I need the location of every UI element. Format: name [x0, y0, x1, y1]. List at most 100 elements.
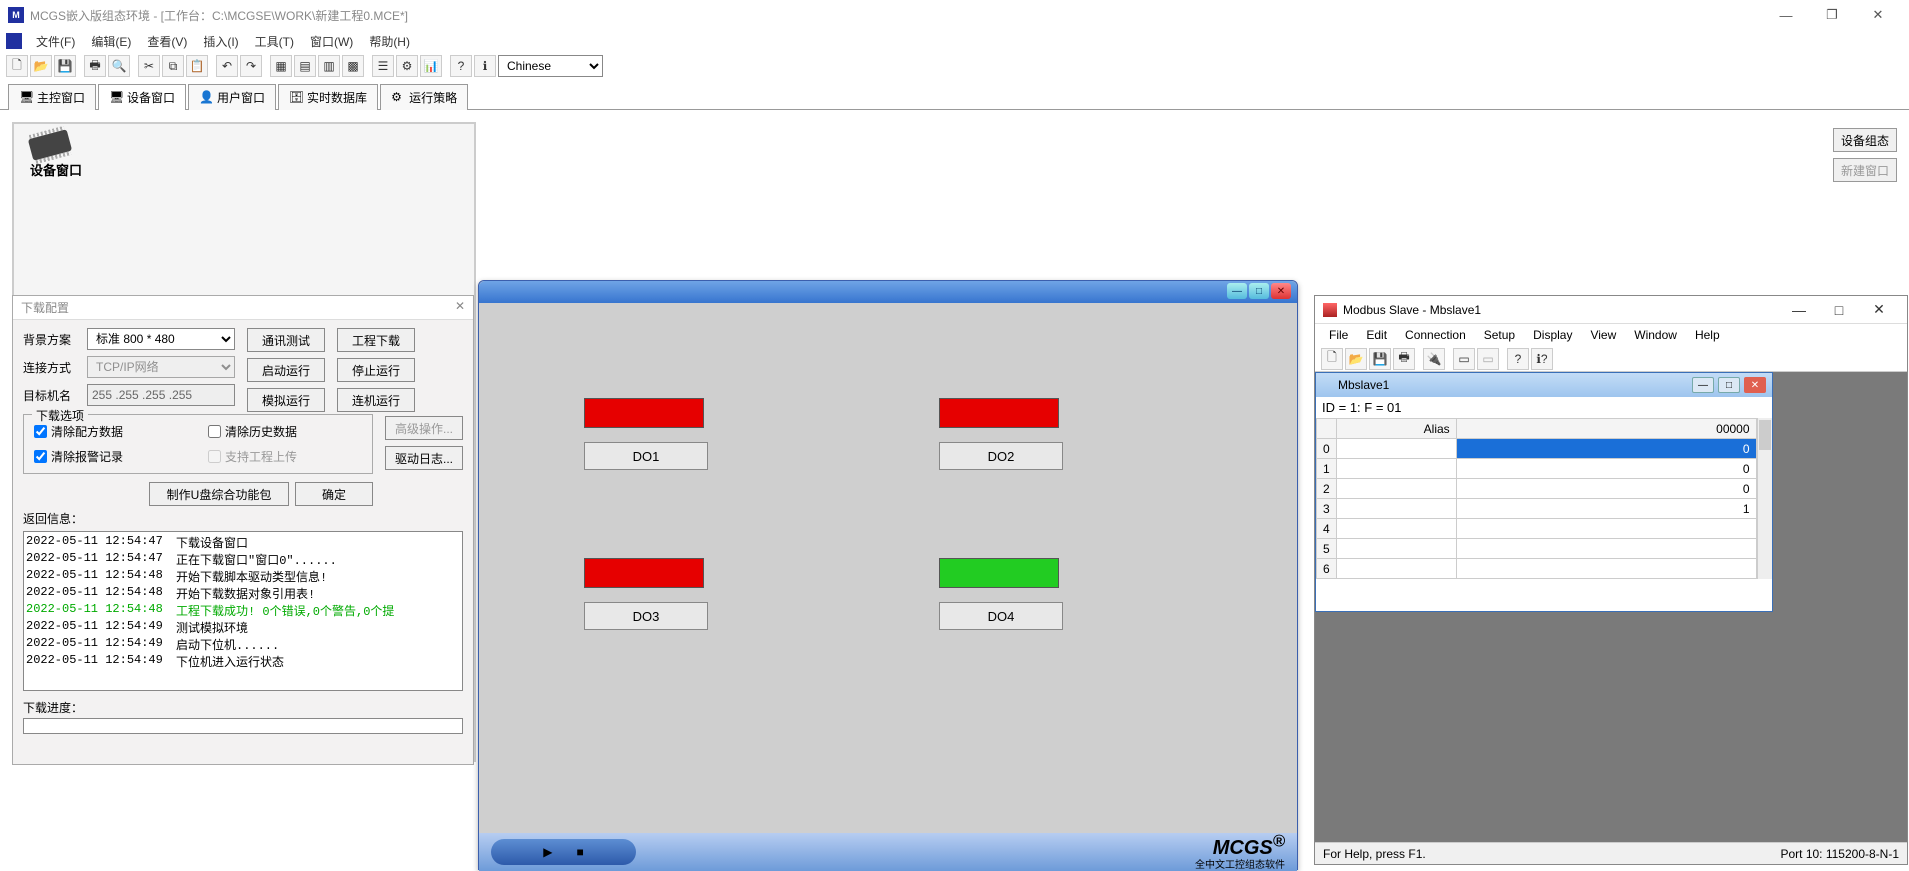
menu-item[interactable]: 窗口(W) [302, 33, 361, 51]
device-config-button[interactable]: 设备组态 [1833, 128, 1897, 152]
modbus-maximize-button[interactable]: □ [1819, 302, 1859, 318]
mb-row[interactable]: 0 0 [1317, 439, 1757, 459]
mb-value-cell[interactable]: 0 [1456, 439, 1756, 459]
mb-register-table[interactable]: Alias 00000 0 0 1 0 2 0 3 1 4 5 6 [1316, 418, 1757, 579]
new-window-button[interactable]: 新建窗口 [1833, 158, 1897, 182]
mb-child-minimize-button[interactable]: — [1692, 377, 1714, 393]
mb-display-icon[interactable]: ▭ [1477, 348, 1499, 370]
do-button[interactable]: DO2 [939, 442, 1063, 470]
mb-row[interactable]: 4 [1317, 519, 1757, 539]
mb-row[interactable]: 2 0 [1317, 479, 1757, 499]
sim-play-controls[interactable]: ▶ ■ [491, 839, 636, 865]
mb-menu-item[interactable]: Setup [1476, 326, 1523, 344]
mb-alias-cell[interactable] [1336, 559, 1456, 579]
menu-item[interactable]: 工具(T) [247, 33, 302, 51]
driver-log-button[interactable]: 驱动日志... [385, 446, 463, 470]
tool4-icon[interactable]: ▩ [342, 55, 364, 77]
tool3-icon[interactable]: ▥ [318, 55, 340, 77]
save-icon[interactable]: 💾 [54, 55, 76, 77]
mb-alias-cell[interactable] [1336, 519, 1456, 539]
menu-item[interactable]: 帮助(H) [361, 33, 418, 51]
do-button[interactable]: DO4 [939, 602, 1063, 630]
tab-0[interactable]: 🖥主控窗口 [8, 84, 96, 110]
mb-connect-icon[interactable]: 🔌 [1423, 348, 1445, 370]
tool2-icon[interactable]: ▤ [294, 55, 316, 77]
mb-value-cell[interactable]: 0 [1456, 479, 1756, 499]
whatsthis-icon[interactable]: ℹ [474, 55, 496, 77]
target-input[interactable] [87, 384, 235, 406]
preview-icon[interactable]: 🔍 [108, 55, 130, 77]
tool7-icon[interactable]: 📊 [420, 55, 442, 77]
maximize-button[interactable]: ❐ [1809, 0, 1855, 30]
mb-menu-item[interactable]: Edit [1358, 326, 1395, 344]
sim-maximize-button[interactable]: □ [1249, 283, 1269, 299]
tab-2[interactable]: 👤用户窗口 [188, 84, 276, 110]
mb-new-icon[interactable]: 🗋 [1321, 348, 1343, 370]
tab-4[interactable]: ⚙运行策略 [380, 84, 468, 110]
comm-test-button[interactable]: 通讯测试 [247, 328, 325, 352]
mb-value-cell[interactable] [1456, 539, 1756, 559]
mb-value-cell[interactable] [1456, 559, 1756, 579]
do-button[interactable]: DO1 [584, 442, 708, 470]
mb-alias-cell[interactable] [1336, 459, 1456, 479]
clear-history-checkbox[interactable]: 清除历史数据 [208, 423, 362, 440]
mb-open-icon[interactable]: 📂 [1345, 348, 1367, 370]
close-button[interactable]: ✕ [1855, 0, 1901, 30]
tool1-icon[interactable]: ▦ [270, 55, 292, 77]
sim-close-button[interactable]: ✕ [1271, 283, 1291, 299]
mb-row[interactable]: 1 0 [1317, 459, 1757, 479]
stop-icon[interactable]: ■ [576, 845, 583, 859]
cut-icon[interactable]: ✂ [138, 55, 160, 77]
mb-row[interactable]: 3 1 [1317, 499, 1757, 519]
tab-1[interactable]: 🖥设备窗口 [98, 84, 186, 110]
mb-alias-cell[interactable] [1336, 479, 1456, 499]
mb-alias-cell[interactable] [1336, 499, 1456, 519]
sim-minimize-button[interactable]: — [1227, 283, 1247, 299]
mb-help-icon[interactable]: ? [1507, 348, 1529, 370]
mb-scrollbar[interactable] [1757, 418, 1772, 579]
new-icon[interactable]: 🗋 [6, 55, 28, 77]
help-icon[interactable]: ? [450, 55, 472, 77]
mb-value-cell[interactable]: 1 [1456, 499, 1756, 519]
paste-icon[interactable]: 📋 [186, 55, 208, 77]
minimize-button[interactable]: — [1763, 0, 1809, 30]
tool5-icon[interactable]: ☰ [372, 55, 394, 77]
undo-icon[interactable]: ↶ [216, 55, 238, 77]
mb-child-close-button[interactable]: ✕ [1744, 377, 1766, 393]
menu-item[interactable]: 文件(F) [28, 33, 83, 51]
mb-setup-icon[interactable]: ▭ [1453, 348, 1475, 370]
clear-alarm-checkbox[interactable]: 清除报警记录 [34, 448, 188, 465]
menu-item[interactable]: 插入(I) [195, 33, 246, 51]
stop-run-button[interactable]: 停止运行 [337, 358, 415, 382]
mb-menu-item[interactable]: Display [1525, 326, 1580, 344]
menu-item[interactable]: 编辑(E) [83, 33, 139, 51]
copy-icon[interactable]: ⧉ [162, 55, 184, 77]
advanced-button[interactable]: 高级操作... [385, 416, 463, 440]
modbus-minimize-button[interactable]: — [1779, 302, 1819, 318]
mb-alias-cell[interactable] [1336, 539, 1456, 559]
mb-row[interactable]: 5 [1317, 539, 1757, 559]
sim-run-button[interactable]: 模拟运行 [247, 388, 325, 412]
mb-whatsthis-icon[interactable]: ℹ? [1531, 348, 1553, 370]
download-config-close-icon[interactable]: ✕ [455, 299, 465, 316]
mb-menu-item[interactable]: Help [1687, 326, 1728, 344]
modbus-close-button[interactable]: ✕ [1859, 301, 1899, 318]
mb-menu-item[interactable]: File [1321, 326, 1356, 344]
mb-row[interactable]: 6 [1317, 559, 1757, 579]
tool6-icon[interactable]: ⚙ [396, 55, 418, 77]
mb-menu-item[interactable]: View [1582, 326, 1624, 344]
mb-alias-cell[interactable] [1336, 439, 1456, 459]
bg-select[interactable]: 标准 800 * 480 [87, 328, 235, 350]
start-run-button[interactable]: 启动运行 [247, 358, 325, 382]
ok-button[interactable]: 确定 [295, 482, 373, 506]
download-log[interactable]: 2022-05-11 12:54:47下载设备窗口2022-05-11 12:5… [23, 531, 463, 691]
mb-menu-item[interactable]: Window [1626, 326, 1685, 344]
menu-item[interactable]: 查看(V) [139, 33, 195, 51]
open-icon[interactable]: 📂 [30, 55, 52, 77]
do-button[interactable]: DO3 [584, 602, 708, 630]
mb-print-icon[interactable]: 🖶 [1393, 348, 1415, 370]
project-download-button[interactable]: 工程下载 [337, 328, 415, 352]
tab-3[interactable]: 🗄实时数据库 [278, 84, 378, 110]
print-icon[interactable]: 🖶 [84, 55, 106, 77]
mb-save-icon[interactable]: 💾 [1369, 348, 1391, 370]
